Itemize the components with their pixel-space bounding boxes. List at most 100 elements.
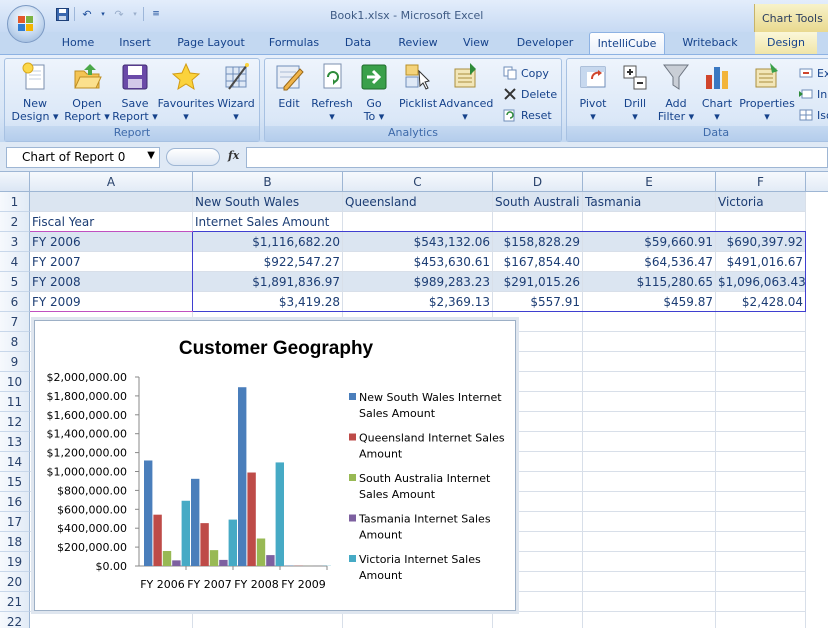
cell-f15[interactable]: [716, 472, 806, 492]
row-header-7[interactable]: 7: [0, 312, 30, 332]
redo-dropdown-icon[interactable]: ▾: [131, 6, 139, 22]
cell-f21[interactable]: [716, 592, 806, 612]
cell-e22[interactable]: [583, 612, 716, 628]
cell-b5[interactable]: $1,891,836.97: [193, 272, 343, 292]
cell-a4[interactable]: FY 2007: [30, 252, 193, 272]
row-header-10[interactable]: 10: [0, 372, 30, 392]
cell-e10[interactable]: [583, 372, 716, 392]
cell-c2[interactable]: [343, 212, 493, 232]
cell-e13[interactable]: [583, 432, 716, 452]
new-design-button[interactable]: New Design ▾: [9, 61, 61, 123]
cell-d2[interactable]: [493, 212, 583, 232]
cell-e18[interactable]: [583, 532, 716, 552]
cell-f8[interactable]: [716, 332, 806, 352]
cell-e9[interactable]: [583, 352, 716, 372]
cell-b22[interactable]: [193, 612, 343, 628]
cell-b1[interactable]: New South Wales: [193, 192, 343, 212]
cell-f9[interactable]: [716, 352, 806, 372]
embedded-chart[interactable]: Customer Geography $0.00 $200,000.00 $400,0…: [34, 320, 516, 611]
cell-c4[interactable]: $453,630.61: [343, 252, 493, 272]
cell-c1[interactable]: Queensland: [343, 192, 493, 212]
cell-e15[interactable]: [583, 472, 716, 492]
insert-function-icon[interactable]: fx: [228, 149, 239, 162]
cell-e2[interactable]: [583, 212, 716, 232]
row-header-11[interactable]: 11: [0, 392, 30, 412]
row-header-19[interactable]: 19: [0, 552, 30, 572]
row-header-21[interactable]: 21: [0, 592, 30, 612]
wizard-button[interactable]: Wizard ▾: [213, 61, 259, 123]
cell-f16[interactable]: [716, 492, 806, 512]
tab-home[interactable]: Home: [54, 32, 102, 54]
row-header-12[interactable]: 12: [0, 412, 30, 432]
tab-formulas[interactable]: Formulas: [262, 32, 326, 54]
tab-intellicube[interactable]: IntelliCube: [589, 32, 665, 54]
column-header-d[interactable]: D: [493, 172, 583, 192]
expand-button[interactable]: Ex: [799, 64, 828, 82]
cell-b6[interactable]: $3,419.28: [193, 292, 343, 312]
chart-button[interactable]: Chart ▾: [697, 61, 737, 123]
tab-review[interactable]: Review: [392, 32, 444, 54]
office-button[interactable]: [7, 5, 45, 43]
cell-e3[interactable]: $59,660.91: [583, 232, 716, 252]
cell-f5[interactable]: $1,096,063.43: [716, 272, 806, 292]
cell-a3[interactable]: FY 2006: [30, 232, 193, 252]
select-all-corner[interactable]: [0, 172, 30, 192]
cell-f1[interactable]: Victoria: [716, 192, 806, 212]
row-header-20[interactable]: 20: [0, 572, 30, 592]
row-header-6[interactable]: 6: [0, 292, 30, 312]
row-header-8[interactable]: 8: [0, 332, 30, 352]
cell-e1[interactable]: Tasmania: [583, 192, 716, 212]
cell-f4[interactable]: $491,016.67: [716, 252, 806, 272]
cell-f12[interactable]: [716, 412, 806, 432]
cell-c5[interactable]: $989,283.23: [343, 272, 493, 292]
copy-button[interactable]: Copy: [503, 64, 549, 82]
row-header-9[interactable]: 9: [0, 352, 30, 372]
cell-f17[interactable]: [716, 512, 806, 532]
cell-f2[interactable]: [716, 212, 806, 232]
row-header-16[interactable]: 16: [0, 492, 30, 512]
undo-icon[interactable]: ↶: [79, 6, 95, 22]
cell-d5[interactable]: $291,015.26: [493, 272, 583, 292]
tab-developer[interactable]: Developer: [510, 32, 580, 54]
row-header-13[interactable]: 13: [0, 432, 30, 452]
cell-f10[interactable]: [716, 372, 806, 392]
properties-button[interactable]: Properties ▾: [737, 61, 797, 123]
cell-c22[interactable]: [343, 612, 493, 628]
cell-f20[interactable]: [716, 572, 806, 592]
cell-d22[interactable]: [493, 612, 583, 628]
undo-dropdown-icon[interactable]: ▾: [99, 6, 107, 22]
cell-a1[interactable]: [30, 192, 193, 212]
cell-e11[interactable]: [583, 392, 716, 412]
row-header-3[interactable]: 3: [0, 232, 30, 252]
tab-design[interactable]: Design: [755, 32, 817, 54]
save-report-button[interactable]: Save Report ▾: [111, 61, 159, 123]
favourites-button[interactable]: Favourites ▾: [157, 61, 215, 123]
row-header-4[interactable]: 4: [0, 252, 30, 272]
column-header-f[interactable]: F: [716, 172, 806, 192]
tab-writeback[interactable]: Writeback: [674, 32, 746, 54]
row-header-17[interactable]: 17: [0, 512, 30, 532]
advanced-button[interactable]: Advanced ▾: [439, 61, 493, 123]
row-header-1[interactable]: 1: [0, 192, 30, 212]
cell-e21[interactable]: [583, 592, 716, 612]
row-header-2[interactable]: 2: [0, 212, 30, 232]
cell-e4[interactable]: $64,536.47: [583, 252, 716, 272]
cell-e5[interactable]: $115,280.65: [583, 272, 716, 292]
cell-d3[interactable]: $158,828.29: [493, 232, 583, 252]
isolate-button[interactable]: Iso: [799, 106, 828, 124]
open-report-button[interactable]: Open Report ▾: [61, 61, 113, 123]
spreadsheet-grid[interactable]: A B C D E F 1 2 3 4 5 6 7 8 9 10 11 12 13 14 15 16 17 18 19 20 21 2…: [0, 172, 828, 628]
pivot-button[interactable]: Pivot ▾: [571, 61, 615, 123]
name-box[interactable]: Chart of Report 0 ▼: [6, 147, 160, 168]
tab-insert[interactable]: Insert: [110, 32, 160, 54]
cell-f6[interactable]: $2,428.04: [716, 292, 806, 312]
cell-c3[interactable]: $543,132.06: [343, 232, 493, 252]
row-header-14[interactable]: 14: [0, 452, 30, 472]
cell-e7[interactable]: [583, 312, 716, 332]
refresh-button[interactable]: Refresh ▾: [309, 61, 355, 123]
reset-button[interactable]: Reset: [503, 106, 552, 124]
cell-f14[interactable]: [716, 452, 806, 472]
save-icon[interactable]: [54, 6, 70, 22]
chevron-down-icon[interactable]: ▼: [147, 150, 155, 161]
formula-bar-handle-icon[interactable]: [166, 148, 220, 166]
